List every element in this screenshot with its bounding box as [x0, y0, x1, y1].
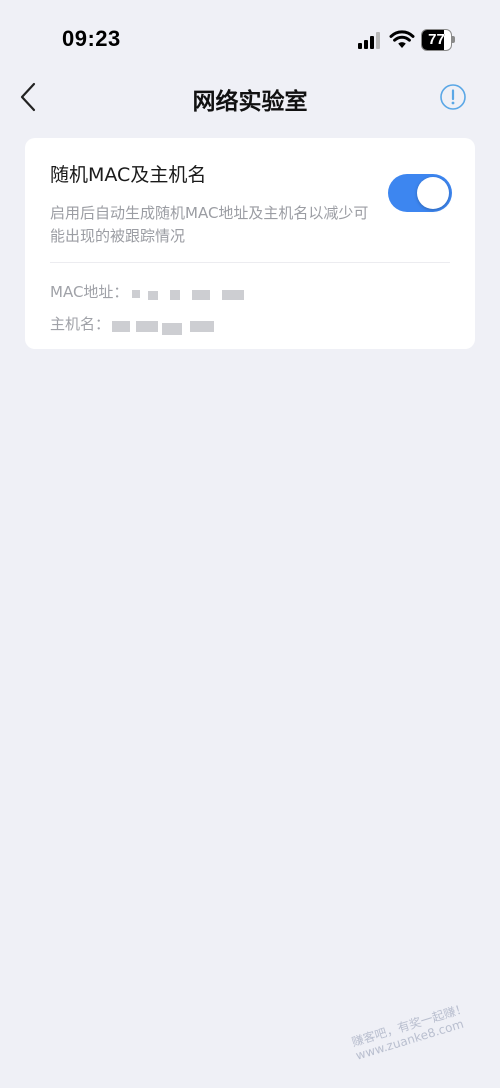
setting-title: 随机MAC及主机名	[50, 164, 207, 186]
random-mac-card: 随机MAC及主机名 启用后自动生成随机MAC地址及主机名以减少可能出现的被跟踪情…	[25, 138, 475, 349]
battery-icon: 77	[421, 29, 457, 51]
wifi-icon	[389, 29, 415, 49]
hostname-redacted	[110, 318, 230, 335]
hostname-label: 主机名：	[50, 315, 111, 333]
nav-bar: 网络实验室	[0, 70, 500, 126]
watermark: 赚客吧，有奖一起赚！ www.zuanke8.com	[350, 1001, 473, 1063]
cellular-signal-icon	[358, 31, 382, 49]
battery-body: 77	[421, 29, 452, 51]
status-bar: 09:23 77	[0, 0, 500, 80]
mac-address-row: MAC地址：	[50, 281, 248, 302]
mac-address-label: MAC地址：	[50, 283, 129, 301]
toggle-knob	[417, 177, 449, 209]
battery-level: 77	[428, 31, 445, 48]
divider	[50, 262, 450, 263]
setting-description: 启用后自动生成随机MAC地址及主机名以减少可能出现的被跟踪情况	[50, 204, 369, 245]
info-button[interactable]	[438, 82, 468, 112]
page-title: 网络实验室	[192, 89, 308, 115]
info-circle-icon	[440, 84, 466, 110]
hostname-row: 主机名：	[50, 313, 230, 335]
status-time: 09:23	[62, 26, 121, 51]
random-mac-toggle[interactable]	[388, 174, 452, 212]
mac-address-redacted	[128, 286, 248, 300]
battery-cap	[452, 36, 455, 43]
